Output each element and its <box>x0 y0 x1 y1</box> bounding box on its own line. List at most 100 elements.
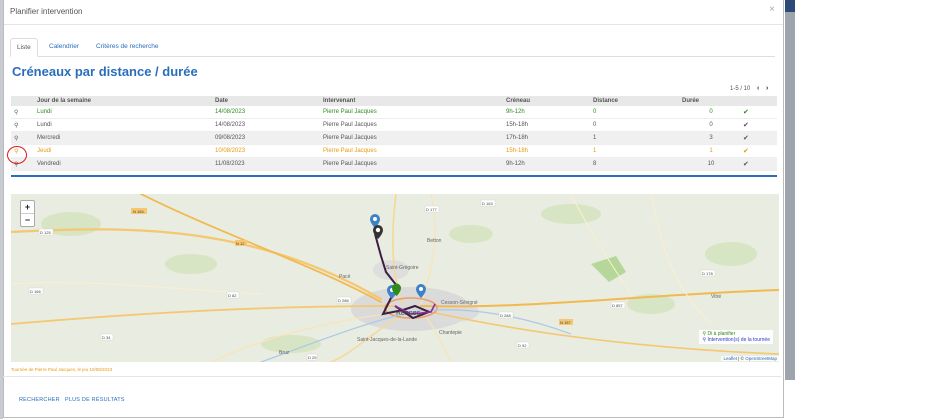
column-header-slot: Créneau <box>506 96 593 106</box>
road-label: D 286 <box>338 298 349 303</box>
osm-link[interactable]: OpenStreetMap <box>745 356 777 361</box>
zoom-out-button[interactable]: − <box>21 213 34 226</box>
cell-distance: 1 <box>593 144 682 158</box>
pagination-range: 1-5 / 10 <box>730 86 751 92</box>
zoom-control: + − <box>20 200 35 227</box>
cell-tech: Pierre Paul Jacques <box>323 144 506 158</box>
leaflet-link[interactable]: Leaflet <box>723 356 737 361</box>
road-label: N 164 <box>133 209 144 214</box>
road-label: N 12 <box>236 241 245 246</box>
table-row[interactable]: ⚲ Jeudi 10/08/2023 Pierre Paul Jacques 1… <box>11 144 777 158</box>
tab-calendrier[interactable]: Calendrier <box>43 38 85 55</box>
column-header-duration: Durée <box>682 96 740 106</box>
route-map[interactable]: Rennes Saint-Grégoire Betton Cesson-Sévi… <box>11 194 779 362</box>
backdrop-right-edge-top <box>785 0 795 12</box>
next-page-button[interactable]: › <box>766 85 768 92</box>
backdrop-right-edge <box>785 0 795 380</box>
cell-date: 14/08/2023 <box>215 106 323 119</box>
map-label-cesson: Cesson-Sévigné <box>441 300 478 306</box>
table-row[interactable]: ⚲ Lundi 14/08/2023 Pierre Paul Jacques 9… <box>11 106 777 119</box>
cell-day: Vendredi <box>37 157 215 171</box>
map-attribution: Leaflet | © OpenStreetMap <box>721 356 779 361</box>
road-label: D 288 <box>500 313 511 318</box>
prev-page-button[interactable]: ‹ <box>757 85 759 92</box>
column-header-pin <box>11 96 37 106</box>
table-bottom-bar <box>11 175 777 177</box>
plan-intervention-modal: Planifier intervention × Liste Calendrie… <box>3 0 784 418</box>
column-header-tech: Intervenant <box>323 96 506 106</box>
attribution-separator: | © <box>736 356 746 361</box>
map-pin-icon: ⚲ <box>14 122 19 129</box>
road-label: D 125 <box>40 230 51 235</box>
map-label-saint-jacques: Saint-Jacques-de-la-Lande <box>357 337 417 343</box>
column-header-action <box>740 96 777 106</box>
table-row[interactable]: ⚲ Lundi 14/08/2023 Pierre Paul Jacques 1… <box>11 118 777 132</box>
table-header: Jour de la semaine Date Intervenant Crén… <box>11 96 777 106</box>
column-header-distance: Distance <box>593 96 682 106</box>
map-label-betton: Betton <box>427 238 442 244</box>
cell-slot: 9h-12h <box>506 157 593 171</box>
road-label: D 178 <box>702 271 713 276</box>
road-label: D 29 <box>308 355 317 360</box>
road-label: N 157 <box>560 320 571 325</box>
road-label: D 82 <box>228 293 237 298</box>
cell-slot: 17h-18h <box>506 131 593 145</box>
cell-date: 09/08/2023 <box>215 131 323 145</box>
cell-distance: 1 <box>593 131 682 145</box>
more-results-button[interactable]: PLUS DE RÉSULTATS <box>65 397 125 403</box>
map-label-rennes: Rennes <box>396 310 421 317</box>
road-label: D 857 <box>612 303 623 308</box>
cell-tech: Pierre Paul Jacques <box>323 118 506 132</box>
map-caption: Tournée de Pierre Paul Jacques, le jeu 1… <box>11 367 113 372</box>
road-label: D 34 <box>102 335 111 340</box>
cell-slot: 15h-18h <box>506 118 593 132</box>
cell-distance: 0 <box>593 106 682 119</box>
road-label: D 177 <box>426 207 437 212</box>
cell-day: Jeudi <box>37 144 215 158</box>
footer-divider <box>3 376 781 377</box>
cell-duration: 1 <box>682 144 740 158</box>
cell-tech: Pierre Paul Jacques <box>323 131 506 145</box>
cell-day: Lundi <box>37 106 215 119</box>
cell-slot: 15h-18h <box>506 144 593 158</box>
column-header-day: Jour de la semaine <box>37 96 215 106</box>
check-icon[interactable]: ✔ <box>743 109 749 116</box>
road-label: D 92 <box>518 343 527 348</box>
search-button[interactable]: RECHERCHER <box>19 397 60 403</box>
legend-item-tour: ⚲ Intervention(s) de la tournée <box>702 337 770 343</box>
check-icon[interactable]: ✔ <box>743 148 749 155</box>
map-pin-icon: ⚲ <box>14 109 19 116</box>
table-row[interactable]: ⚲ Vendredi 11/08/2023 Pierre Paul Jacque… <box>11 157 777 171</box>
map-label-bruz: Bruz <box>279 350 290 356</box>
cell-duration: 0 <box>682 106 740 119</box>
map-legend: ⚲ Di à planifier ⚲ Intervention(s) de la… <box>699 330 773 344</box>
cell-date: 14/08/2023 <box>215 118 323 132</box>
tab-bar: Liste Calendrier Critères de recherche <box>10 38 775 57</box>
cell-duration: 3 <box>682 131 740 145</box>
road-label: D 166 <box>30 289 41 294</box>
map-label-vitre: Vitré <box>711 294 721 300</box>
cell-tech: Pierre Paul Jacques <box>323 106 506 119</box>
tab-liste[interactable]: Liste <box>10 38 38 57</box>
table-row[interactable]: ⚲ Mercredi 09/08/2023 Pierre Paul Jacque… <box>11 131 777 145</box>
check-icon[interactable]: ✔ <box>743 135 749 142</box>
map-canvas: Rennes Saint-Grégoire Betton Cesson-Sévi… <box>11 194 779 362</box>
cell-duration: 0 <box>682 118 740 132</box>
check-icon[interactable]: ✔ <box>743 122 749 129</box>
legend-label: Intervention(s) de la tournée <box>707 337 770 343</box>
pagination: 1-5 / 10 ‹ › <box>730 85 768 92</box>
tab-criteres[interactable]: Critères de recherche <box>90 38 165 55</box>
cell-distance: 8 <box>593 157 682 171</box>
cell-distance: 0 <box>593 118 682 132</box>
highlight-circle <box>7 146 27 164</box>
zoom-in-button[interactable]: + <box>21 201 34 213</box>
check-icon[interactable]: ✔ <box>743 161 749 168</box>
map-label-chantepie: Chantepie <box>439 330 462 336</box>
cell-date: 11/08/2023 <box>215 157 323 171</box>
cell-duration: 10 <box>682 157 740 171</box>
modal-title: Planifier intervention <box>10 7 83 16</box>
column-header-date: Date <box>215 96 323 106</box>
close-icon[interactable]: × <box>769 4 775 15</box>
modal-header: Planifier intervention × <box>4 0 783 25</box>
cell-slot: 9h-12h <box>506 106 593 119</box>
